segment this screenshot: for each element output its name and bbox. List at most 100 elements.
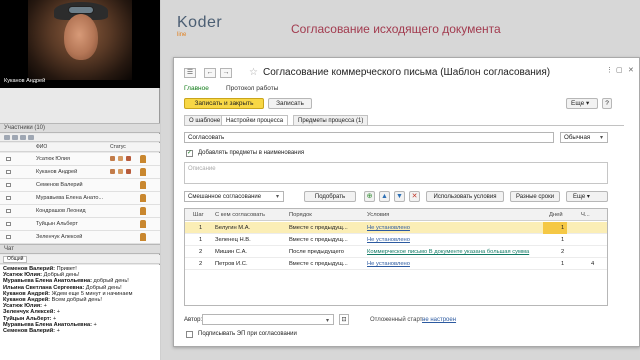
- chat-tab-general[interactable]: Общий: [3, 256, 28, 263]
- chat-message: Семенов Валерий: +: [3, 328, 157, 334]
- more-button[interactable]: Еще ▾: [566, 191, 608, 202]
- logo: Koder line: [177, 14, 222, 38]
- delayed-start-link[interactable]: не настроен: [422, 317, 456, 323]
- delete-icon[interactable]: ✕: [409, 191, 420, 202]
- participants-header[interactable]: Участники (10): [0, 123, 160, 133]
- use-conditions-button[interactable]: Использовать условия: [426, 191, 504, 202]
- participant-name: Муравьева Елена Анато...: [36, 195, 104, 201]
- chat-text: Ждем еще 5 минут и начинаем: [50, 290, 133, 297]
- cell-condition-link[interactable]: Не установлено: [367, 237, 410, 243]
- chevron-down-icon[interactable]: ▾: [326, 317, 329, 324]
- chat-header[interactable]: Чат: [0, 244, 160, 254]
- chevron-down-icon[interactable]: ▾: [276, 193, 279, 200]
- pick-button[interactable]: Подобрать: [304, 191, 356, 202]
- settings-icon[interactable]: [28, 135, 34, 140]
- task-name-field[interactable]: Согласовать: [184, 132, 554, 143]
- chat-author: Муравьева Елена Анатольевна:: [3, 278, 92, 285]
- cell-approver: Белугин М.А.: [215, 225, 251, 231]
- participant-checkbox[interactable]: [6, 170, 11, 174]
- column-days[interactable]: Дней: [549, 212, 563, 218]
- form-title: Согласование коммерческого письма (Шабло…: [263, 67, 551, 78]
- mic-icon: [110, 156, 115, 161]
- chat-author: Семенов Валерий:: [3, 266, 56, 272]
- participant-checkbox[interactable]: [6, 235, 11, 239]
- column-conditions[interactable]: Условия: [367, 212, 389, 218]
- participant-checkbox[interactable]: [6, 196, 11, 200]
- cell-step: 1: [199, 237, 203, 243]
- sign-label: Подписывать ЭП при согласовании: [198, 331, 297, 337]
- list-item[interactable]: Зеленчук Алексей: [0, 231, 160, 244]
- table-row[interactable]: 2 Мишин С.А. После предыдущего Коммерческое…: [185, 246, 607, 258]
- different-terms-button[interactable]: Разные сроки: [510, 191, 560, 202]
- save-button[interactable]: Записать: [268, 98, 312, 109]
- conference-panel: Куканов Андрей Участники (10) ФИО Статус…: [0, 0, 160, 360]
- chat-text: +: [42, 303, 47, 310]
- author-field[interactable]: [202, 314, 334, 325]
- participant-name: Кондрашов Леонид: [36, 208, 86, 214]
- cell-condition-link[interactable]: Не установлено: [367, 261, 410, 267]
- column-hours[interactable]: Ч...: [581, 212, 590, 218]
- list-item[interactable]: Куканов Андрей: [0, 166, 160, 179]
- column-order[interactable]: Порядок: [289, 212, 312, 218]
- hand-icon: [126, 169, 131, 174]
- more-vertical-icon[interactable]: ⋮: [606, 66, 613, 74]
- cell-approver: Мишин С.А.: [215, 249, 248, 255]
- nav-link-protocol[interactable]: Протокол работы: [226, 85, 278, 92]
- more-button-label: Еще: [573, 194, 586, 200]
- move-down-icon[interactable]: ▼: [394, 191, 405, 202]
- move-up-icon[interactable]: ▲: [379, 191, 390, 202]
- save-and-close-button[interactable]: Записать и закрыть: [184, 98, 264, 109]
- close-icon[interactable]: ✕: [628, 66, 634, 74]
- open-icon[interactable]: ⊡: [339, 314, 349, 325]
- back-arrow-icon[interactable]: ←: [204, 68, 216, 78]
- chat-author: Куканов Андрей:: [3, 297, 51, 304]
- camera-icon[interactable]: [12, 135, 18, 140]
- list-item[interactable]: Кондрашов Леонид: [0, 205, 160, 218]
- hand-icon[interactable]: [20, 135, 26, 140]
- participant-checkbox[interactable]: [6, 157, 11, 161]
- sign-checkbox[interactable]: [186, 331, 193, 338]
- column-approver[interactable]: С кем согласовать: [215, 212, 265, 218]
- star-icon[interactable]: ☆: [249, 67, 258, 78]
- help-button[interactable]: ?: [602, 98, 612, 109]
- participant-checkbox[interactable]: [6, 183, 11, 187]
- participant-name: Семенов Валерий: [36, 182, 83, 188]
- list-item[interactable]: Семенов Валерий: [0, 179, 160, 192]
- chat-author: Ильина Светлана Сергеевна:: [3, 284, 85, 291]
- list-item[interactable]: Муравьева Елена Анато...: [0, 192, 160, 205]
- cell-order: После предыдущего: [289, 249, 344, 255]
- chat-author: Туйцын Альберт:: [3, 315, 52, 322]
- table-row[interactable]: 1 Белугин М.А. Вместе с предыдущ... Не уста…: [185, 222, 607, 234]
- table-row[interactable]: 2 Петров И.С. Вместе с предыдущ... Не устан…: [185, 258, 607, 270]
- cell-days: 2: [561, 249, 565, 255]
- logo-line: line: [177, 32, 187, 38]
- add-subjects-checkbox[interactable]: ✓: [186, 150, 193, 157]
- chevron-down-icon[interactable]: ▾: [600, 134, 603, 141]
- chat-text: +: [91, 321, 97, 328]
- add-icon[interactable]: ⊕: [364, 191, 375, 202]
- person-icon: [140, 194, 146, 202]
- participant-checkbox[interactable]: [6, 222, 11, 226]
- mic-icon[interactable]: [4, 135, 10, 140]
- cell-days: 1: [561, 261, 565, 267]
- menu-icon[interactable]: ☰: [184, 68, 196, 78]
- cell-condition-link[interactable]: Коммерческое письмо В документе указана …: [367, 249, 529, 255]
- column-step[interactable]: Шаг: [193, 212, 204, 218]
- more-button[interactable]: Еще ▾: [566, 98, 598, 109]
- forward-arrow-icon[interactable]: →: [220, 68, 232, 78]
- chat-text: +: [55, 309, 61, 316]
- list-item[interactable]: Туйцын Альберт: [0, 218, 160, 231]
- cell-hours: 4: [591, 261, 595, 267]
- cell-condition-link[interactable]: Не установлено: [367, 225, 410, 231]
- approval-mode-select[interactable]: Смешанное согласование: [184, 191, 284, 202]
- form-window: ☰ ← → ☆ Согласование коммерческого письм…: [173, 57, 640, 347]
- list-item[interactable]: Усатюк Юлия: [0, 153, 160, 166]
- maximize-icon[interactable]: ▢: [616, 66, 623, 74]
- person-icon: [140, 155, 146, 163]
- description-textarea[interactable]: Описание: [184, 162, 608, 184]
- participant-name: Куканов Андрей: [36, 169, 78, 175]
- table-row[interactable]: 1 Зеленец Н.В. Вместе с предыдущ... Не уста…: [185, 234, 607, 246]
- person-icon: [140, 220, 146, 228]
- participant-checkbox[interactable]: [6, 209, 11, 213]
- nav-link-main[interactable]: Главное: [184, 85, 209, 92]
